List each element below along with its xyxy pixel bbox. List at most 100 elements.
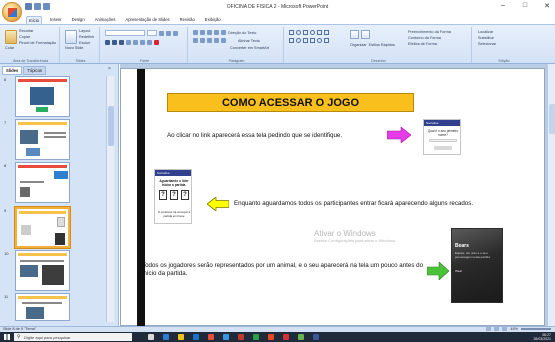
taskbar-app-icon[interactable] xyxy=(313,334,319,340)
taskbar-search-box[interactable]: ⚲ Digite aqui para pesquisar xyxy=(14,333,132,341)
layout-button[interactable]: Layout xyxy=(79,29,94,33)
arrow-shape-icon[interactable] xyxy=(289,38,294,43)
windows-start-icon[interactable] xyxy=(4,334,10,340)
slide-scrollbar[interactable] xyxy=(547,64,555,326)
arrange-button[interactable]: Organizar xyxy=(350,43,367,47)
underline-icon[interactable] xyxy=(119,40,124,45)
bold-icon[interactable] xyxy=(105,40,110,45)
strikethrough-icon[interactable] xyxy=(126,40,131,45)
smiley-shape-icon[interactable] xyxy=(317,38,322,43)
taskbar-app-icon[interactable] xyxy=(163,334,169,340)
bullets-icon[interactable] xyxy=(193,30,198,35)
pane-scrollbar[interactable] xyxy=(106,76,114,322)
zoom-slider[interactable] xyxy=(521,328,551,330)
slide-thumbnail[interactable] xyxy=(15,250,70,291)
slide-text-3[interactable]: Todos os jogadores serão representados p… xyxy=(142,262,425,278)
system-tray-clock[interactable]: 08:27 28/03/2021 xyxy=(533,333,551,341)
numbering-icon[interactable] xyxy=(200,30,205,35)
shape-outline-button[interactable]: Contorno da Forma xyxy=(408,36,451,40)
slide-thumbnail[interactable] xyxy=(15,76,70,117)
align-left-icon[interactable] xyxy=(193,38,198,43)
tab-revisao[interactable]: Revisão xyxy=(178,16,197,24)
quick-styles-icon[interactable] xyxy=(361,30,370,39)
brace-shape-icon[interactable] xyxy=(310,38,315,43)
align-center-icon[interactable] xyxy=(200,38,205,43)
slide-text-1[interactable]: Ao clicar no link aparecerá essa tela pe… xyxy=(167,132,387,140)
clear-format-icon[interactable] xyxy=(173,30,178,36)
font-color-icon[interactable] xyxy=(154,40,159,45)
reset-button[interactable]: Redefinir xyxy=(79,35,94,39)
slide-thumbnail-selected[interactable] xyxy=(15,207,70,248)
callout-shape-icon[interactable] xyxy=(303,38,308,43)
close-button[interactable]: ✕ xyxy=(541,2,553,10)
line-spacing-icon[interactable] xyxy=(221,30,226,35)
slide-thumbnail[interactable] xyxy=(15,162,70,203)
minimize-button[interactable]: – xyxy=(497,2,509,10)
italic-icon[interactable] xyxy=(112,40,117,45)
triangle-shape-icon[interactable] xyxy=(317,30,322,35)
taskbar-app-icon[interactable] xyxy=(208,334,214,340)
tab-apresentacao[interactable]: Apresentação de Slides xyxy=(123,16,171,24)
taskbar-app-icon[interactable] xyxy=(268,334,274,340)
close-pane-icon[interactable]: × xyxy=(108,66,111,72)
columns-icon[interactable] xyxy=(221,38,226,43)
rectangle-shape-icon[interactable] xyxy=(289,30,294,35)
maximize-button[interactable]: □ xyxy=(519,2,531,10)
decrease-indent-icon[interactable] xyxy=(207,30,212,35)
convert-smartart-button[interactable]: Converter em SmartArt xyxy=(230,46,269,50)
copy-button[interactable]: Copiar xyxy=(19,35,56,39)
slide-thumbnail[interactable] xyxy=(15,119,70,160)
shadow-icon[interactable] xyxy=(133,40,138,45)
sorter-view-icon[interactable] xyxy=(494,327,500,331)
more-shapes-icon[interactable] xyxy=(324,38,329,43)
delete-button[interactable]: Excluir xyxy=(79,41,94,45)
slideshow-view-icon[interactable] xyxy=(502,327,508,331)
shrink-font-icon[interactable] xyxy=(166,30,171,36)
align-text-button[interactable]: Alinhar Texto xyxy=(238,39,260,43)
tab-slides[interactable]: Slides xyxy=(2,66,23,75)
star-shape-icon[interactable] xyxy=(296,38,301,43)
grow-font-icon[interactable] xyxy=(159,30,164,36)
taskbar-app-icon[interactable] xyxy=(148,334,154,340)
justify-icon[interactable] xyxy=(214,38,219,43)
quick-styles-button[interactable]: Estilos Rápidos xyxy=(369,43,395,47)
tab-exibicao[interactable]: Exibição xyxy=(203,16,223,24)
taskbar-app-icon[interactable] xyxy=(223,334,229,340)
taskbar-app-icon[interactable] xyxy=(193,334,199,340)
font-size-select[interactable] xyxy=(147,30,157,36)
taskbar-app-icon[interactable] xyxy=(283,334,289,340)
font-family-select[interactable] xyxy=(105,30,145,36)
format-painter-button[interactable]: Pincel de Formatação xyxy=(19,41,56,45)
line-shape-icon[interactable] xyxy=(324,30,329,35)
paste-icon[interactable] xyxy=(5,30,17,44)
tab-topicos[interactable]: Tópicos xyxy=(23,66,47,75)
select-button[interactable]: Selecionar xyxy=(478,42,496,46)
current-slide[interactable]: COMO ACESSAR O JOGO Ao clicar no link ap… xyxy=(120,68,546,327)
tab-inicio[interactable]: Início xyxy=(26,16,43,24)
replace-button[interactable]: Substituir xyxy=(478,36,496,40)
slide-text-2[interactable]: Enquanto aguardamos todos os participant… xyxy=(234,200,546,208)
cut-button[interactable]: Recortar xyxy=(19,29,56,33)
tab-design[interactable]: Design xyxy=(70,16,87,24)
increase-indent-icon[interactable] xyxy=(214,30,219,35)
paste-button[interactable]: Colar xyxy=(5,46,14,50)
arrange-icon[interactable] xyxy=(350,30,359,39)
rounded-rect-shape-icon[interactable] xyxy=(303,30,308,35)
new-slide-icon[interactable] xyxy=(65,30,77,44)
tab-animacoes[interactable]: Animações xyxy=(93,16,118,24)
text-direction-button[interactable]: Direção do Texto xyxy=(228,31,256,35)
taskbar-app-icon[interactable] xyxy=(238,334,244,340)
slide-thumbnail[interactable] xyxy=(15,293,70,321)
char-spacing-icon[interactable] xyxy=(140,40,145,45)
change-case-icon[interactable] xyxy=(147,40,152,45)
normal-view-icon[interactable] xyxy=(486,327,492,331)
slide-title[interactable]: COMO ACESSAR O JOGO xyxy=(167,93,414,112)
circle-shape-icon[interactable] xyxy=(310,30,315,35)
shape-fill-button[interactable]: Preenchimento da Forma xyxy=(408,30,451,34)
taskbar-app-icon[interactable] xyxy=(253,334,259,340)
align-right-icon[interactable] xyxy=(207,38,212,43)
taskbar-app-icon[interactable] xyxy=(178,334,184,340)
new-slide-button[interactable]: Novo Slide xyxy=(65,46,83,50)
zoom-level[interactable]: 48% xyxy=(510,327,518,331)
find-button[interactable]: Localizar xyxy=(478,30,496,34)
